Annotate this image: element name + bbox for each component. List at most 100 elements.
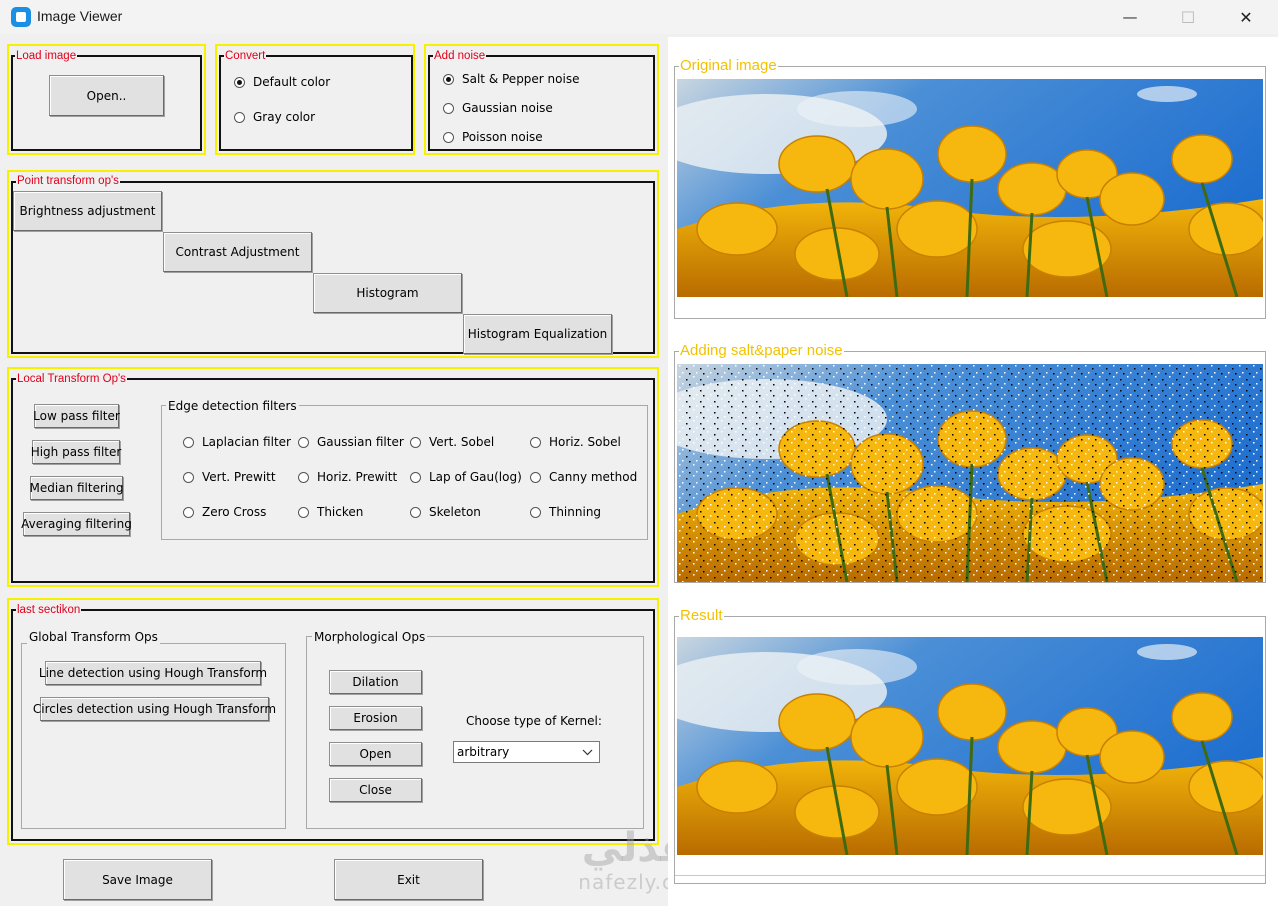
radio-label: Vert. Sobel	[429, 435, 495, 449]
radio-thinning[interactable]: Thinning	[530, 505, 601, 519]
open-morph-button[interactable]: Open	[329, 742, 422, 766]
radio-label: Vert. Prewitt	[202, 470, 276, 484]
circles-detection-hough-button[interactable]: Circles detection using Hough Transform	[33, 697, 276, 721]
line-detection-hough-button[interactable]: Line detection using Hough Transform	[39, 661, 267, 685]
point-transform-group: Point transform op's Brightness adjustme…	[7, 170, 659, 358]
last-section-group: last sectikon Global Transform Ops Line …	[7, 598, 659, 845]
title-bar: Image Viewer — ☐ ✕	[0, 0, 1278, 34]
radio-label: Thinning	[549, 505, 602, 519]
radio-laplacian-filter[interactable]: Laplacian filter	[183, 435, 291, 449]
dilation-button[interactable]: Dilation	[329, 670, 422, 694]
high-pass-filter-button[interactable]: High pass filter	[31, 440, 121, 464]
app-icon	[11, 7, 31, 27]
result-image-box	[674, 616, 1266, 884]
median-filtering-button[interactable]: Median filtering	[30, 476, 123, 500]
open-button[interactable]: Open..	[49, 75, 164, 116]
radio-dot	[410, 471, 421, 483]
kernel-type-label: Choose type of Kernel:	[466, 714, 602, 728]
close-morph-button[interactable]: Close	[329, 778, 422, 802]
convert-label: Convert	[224, 50, 267, 63]
local-transform-label: Local Transform Op's	[16, 373, 127, 386]
radio-dot	[530, 471, 541, 483]
radio-vert-prewitt[interactable]: Vert. Prewitt	[183, 470, 276, 484]
radio-default-color[interactable]: Default color	[234, 75, 330, 89]
close-icon: ✕	[1239, 7, 1253, 27]
radio-gaussian-filter[interactable]: Gaussian filter	[298, 435, 404, 449]
radio-label: Canny method	[549, 470, 638, 484]
edge-detection-label: Edge detection filters	[166, 399, 299, 413]
erosion-button[interactable]: Erosion	[329, 706, 422, 730]
noisy-image-label: Adding salt&paper noise	[679, 342, 844, 359]
result-divider	[675, 875, 1265, 876]
radio-label: Lap of Gau(log)	[429, 470, 522, 484]
radio-dot	[530, 436, 541, 448]
radio-dot	[234, 111, 245, 123]
radio-label: Gaussian filter	[317, 435, 404, 449]
point-transform-label: Point transform op's	[16, 175, 120, 188]
exit-button[interactable]: Exit	[334, 859, 483, 900]
radio-label: Gaussian noise	[462, 101, 553, 115]
radio-dot	[298, 436, 309, 448]
save-image-button[interactable]: Save Image	[63, 859, 212, 900]
radio-label: Poisson noise	[462, 130, 543, 144]
result-image	[677, 637, 1263, 855]
histogram-button[interactable]: Histogram	[313, 273, 462, 313]
radio-dot	[443, 102, 454, 114]
radio-canny-method[interactable]: Canny method	[530, 470, 637, 484]
histogram-equalization-button[interactable]: Histogram Equalization	[463, 314, 612, 354]
radio-salt-pepper-noise[interactable]: Salt & Pepper noise	[443, 72, 579, 86]
load-image-label: Load image	[15, 50, 78, 63]
chevron-down-icon	[582, 749, 593, 755]
radio-label: Skeleton	[429, 505, 481, 519]
minimize-button[interactable]: —	[1100, 0, 1160, 34]
kernel-type-select[interactable]: arbitrary	[453, 741, 600, 763]
radio-dot	[530, 506, 541, 518]
radio-horiz-prewitt[interactable]: Horiz. Prewitt	[298, 470, 397, 484]
noisy-image	[677, 364, 1263, 582]
convert-group: Convert Default color Gray color	[215, 44, 415, 155]
radio-zero-cross[interactable]: Zero Cross	[183, 505, 266, 519]
add-noise-label: Add noise	[433, 50, 487, 63]
radio-label: Zero Cross	[202, 505, 267, 519]
radio-label: Salt & Pepper noise	[462, 72, 580, 86]
load-image-group: Load image Open..	[7, 44, 206, 155]
radio-dot	[298, 471, 309, 483]
brightness-adjustment-button[interactable]: Brightness adjustment	[13, 191, 162, 231]
maximize-button[interactable]: ☐	[1158, 0, 1218, 34]
radio-horiz-sobel[interactable]: Horiz. Sobel	[530, 435, 621, 449]
original-image	[677, 79, 1263, 297]
global-transform-label: Global Transform Ops	[27, 630, 160, 644]
contrast-adjustment-button[interactable]: Contrast Adjustment	[163, 232, 312, 272]
image-panel: Original image Adding salt&paper noise R…	[668, 37, 1278, 906]
radio-vert-sobel[interactable]: Vert. Sobel	[410, 435, 494, 449]
radio-dot	[183, 471, 194, 483]
maximize-icon: ☐	[1180, 7, 1196, 27]
averaging-filtering-button[interactable]: Averaging filtering	[21, 512, 132, 536]
radio-label: Gray color	[253, 110, 316, 124]
radio-thicken[interactable]: Thicken	[298, 505, 363, 519]
local-transform-group: Local Transform Op's Low pass filter Hig…	[7, 367, 659, 587]
result-image-label: Result	[679, 607, 724, 624]
original-image-label: Original image	[679, 57, 778, 74]
minimize-icon: —	[1122, 8, 1138, 26]
radio-label: Horiz. Sobel	[549, 435, 621, 449]
radio-dot	[443, 131, 454, 143]
radio-gaussian-noise[interactable]: Gaussian noise	[443, 101, 553, 115]
close-button[interactable]: ✕	[1216, 0, 1276, 34]
radio-dot	[183, 436, 194, 448]
low-pass-filter-button[interactable]: Low pass filter	[33, 404, 120, 428]
radio-lap-of-gau[interactable]: Lap of Gau(log)	[410, 470, 522, 484]
radio-gray-color[interactable]: Gray color	[234, 110, 315, 124]
radio-poisson-noise[interactable]: Poisson noise	[443, 130, 543, 144]
radio-label: Laplacian filter	[202, 435, 291, 449]
radio-dot	[183, 506, 194, 518]
radio-dot-selected	[234, 76, 245, 88]
radio-dot	[298, 506, 309, 518]
add-noise-group: Add noise Salt & Pepper noise Gaussian n…	[424, 44, 659, 155]
noisy-image-box	[674, 351, 1266, 583]
radio-label: Horiz. Prewitt	[317, 470, 398, 484]
radio-skeleton[interactable]: Skeleton	[410, 505, 481, 519]
morphological-ops-label: Morphological Ops	[312, 630, 428, 644]
last-section-label: last sectikon	[16, 604, 82, 617]
kernel-type-value: arbitrary	[457, 745, 510, 759]
